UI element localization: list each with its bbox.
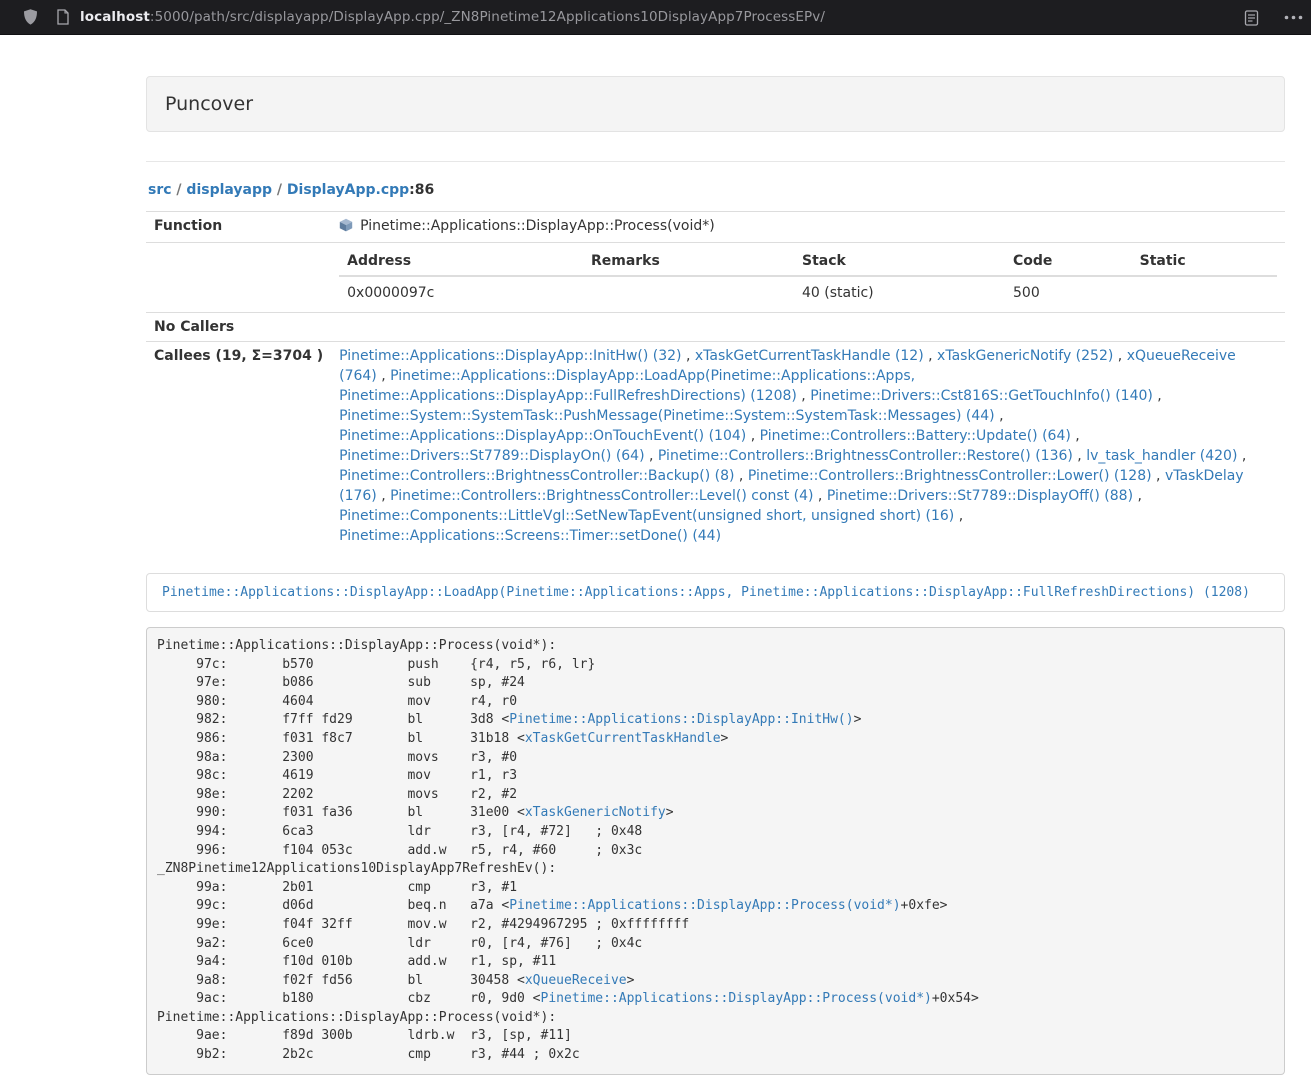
callee-link[interactable]: Pinetime::Controllers::BrightnessControl… <box>390 488 813 504</box>
page-container: Puncover src / displayapp / DisplayApp.c… <box>146 76 1285 1075</box>
stats-header-address: Address <box>339 247 583 276</box>
url-path: :5000/path/src/displayapp/DisplayApp.cpp… <box>150 9 825 25</box>
stats-header-static: Static <box>1132 247 1277 276</box>
breadcrumb: src / displayapp / DisplayApp.cpp:86 <box>148 182 1285 198</box>
stats-header-row: Address Remarks Stack Code Static <box>339 247 1277 276</box>
stats-value-row: 0x0000097c 40 (static) 500 <box>339 276 1277 308</box>
browser-topbar: localhost:5000/path/src/displayapp/Displ… <box>0 0 1311 35</box>
menu-icon[interactable] <box>1284 15 1303 20</box>
breadcrumb-separator: / <box>172 182 187 198</box>
breadcrumb-link-file[interactable]: DisplayApp.cpp <box>287 182 409 198</box>
callees-row: Callees (19, Σ=3704 ) Pinetime::Applicat… <box>146 342 1285 551</box>
disassembly-symbol-link[interactable]: xTaskGenericNotify <box>525 805 666 820</box>
function-table: Function Pinetime::Applications::Display… <box>146 211 1285 550</box>
breadcrumb-line-number: :86 <box>409 182 434 198</box>
highlighted-callee-link[interactable]: Pinetime::Applications::DisplayApp::Load… <box>162 585 1250 600</box>
disassembly-symbol-link[interactable]: Pinetime::Applications::DisplayApp::Init… <box>509 712 853 727</box>
callee-link[interactable]: Pinetime::Drivers::St7789::DisplayOff() … <box>827 488 1133 504</box>
no-callers-label: No Callers <box>146 313 331 342</box>
stats-value-static <box>1132 276 1277 308</box>
callee-link[interactable]: Pinetime::Applications::Screens::Timer::… <box>339 528 721 544</box>
stats-value-stack: 40 (static) <box>794 276 1005 308</box>
disassembly-code: Pinetime::Applications::DisplayApp::Proc… <box>146 627 1285 1075</box>
callee-link[interactable]: xTaskGetCurrentTaskHandle (12) <box>695 348 924 364</box>
stats-cell: Address Remarks Stack Code Static 0x0000… <box>331 243 1285 313</box>
stats-row: Address Remarks Stack Code Static 0x0000… <box>146 243 1285 313</box>
brand-heading: Puncover <box>165 93 1266 115</box>
breadcrumb-link-src[interactable]: src <box>148 182 172 198</box>
function-row: Function Pinetime::Applications::Display… <box>146 212 1285 243</box>
brand-panel: Puncover <box>146 76 1285 132</box>
callee-link[interactable]: Pinetime::Controllers::BrightnessControl… <box>748 468 1152 484</box>
function-name: Pinetime::Applications::DisplayApp::Proc… <box>360 218 715 234</box>
function-row-label: Function <box>146 212 331 243</box>
disassembly-symbol-link[interactable]: Pinetime::Applications::DisplayApp::Proc… <box>509 898 900 913</box>
function-cube-icon <box>339 218 353 238</box>
callee-link[interactable]: Pinetime::System::SystemTask::PushMessag… <box>339 408 995 424</box>
stats-value-code: 500 <box>1005 276 1132 308</box>
stats-value-remarks <box>583 276 794 308</box>
no-callers-row: No Callers <box>146 313 1285 342</box>
no-callers-cell <box>331 313 1285 342</box>
function-cell: Pinetime::Applications::DisplayApp::Proc… <box>331 212 1285 243</box>
callees-label: Callees (19, Σ=3704 ) <box>146 342 331 551</box>
disassembly-symbol-link[interactable]: xTaskGetCurrentTaskHandle <box>525 731 721 746</box>
stats-row-spacer <box>146 243 331 313</box>
callee-link[interactable]: Pinetime::Applications::DisplayApp::Init… <box>339 348 681 364</box>
security-shield-icon[interactable] <box>22 8 39 26</box>
stats-table: Address Remarks Stack Code Static 0x0000… <box>339 247 1277 308</box>
breadcrumb-link-displayapp[interactable]: displayapp <box>186 182 272 198</box>
callee-link[interactable]: Pinetime::Drivers::St7789::DisplayOn() (… <box>339 448 644 464</box>
callee-link[interactable]: Pinetime::Drivers::Cst816S::GetTouchInfo… <box>810 388 1153 404</box>
stats-header-stack: Stack <box>794 247 1005 276</box>
page-info-icon[interactable] <box>56 9 70 25</box>
highlighted-callee-box: Pinetime::Applications::DisplayApp::Load… <box>146 573 1285 612</box>
url-bar[interactable]: localhost:5000/path/src/displayapp/Displ… <box>80 9 825 25</box>
callee-link[interactable]: Pinetime::Controllers::BrightnessControl… <box>339 468 734 484</box>
breadcrumb-separator: / <box>272 182 287 198</box>
disassembly-symbol-link[interactable]: Pinetime::Applications::DisplayApp::Proc… <box>541 991 932 1006</box>
disassembly-symbol-link[interactable]: xQueueReceive <box>525 973 627 988</box>
callee-link[interactable]: Pinetime::Applications::DisplayApp::OnTo… <box>339 428 746 444</box>
callee-link[interactable]: lv_task_handler (420) <box>1086 448 1237 464</box>
callees-list: Pinetime::Applications::DisplayApp::Init… <box>331 342 1285 551</box>
callee-link[interactable]: Pinetime::Components::LittleVgl::SetNewT… <box>339 508 954 524</box>
reader-view-icon[interactable] <box>1244 10 1259 26</box>
callee-link[interactable]: xTaskGenericNotify (252) <box>937 348 1113 364</box>
stats-value-address: 0x0000097c <box>339 276 583 308</box>
stats-header-code: Code <box>1005 247 1132 276</box>
callee-link[interactable]: Pinetime::Controllers::BrightnessControl… <box>658 448 1073 464</box>
divider <box>146 161 1285 162</box>
url-host: localhost <box>80 9 150 25</box>
stats-header-remarks: Remarks <box>583 247 794 276</box>
callee-link[interactable]: Pinetime::Controllers::Battery::Update()… <box>760 428 1071 444</box>
